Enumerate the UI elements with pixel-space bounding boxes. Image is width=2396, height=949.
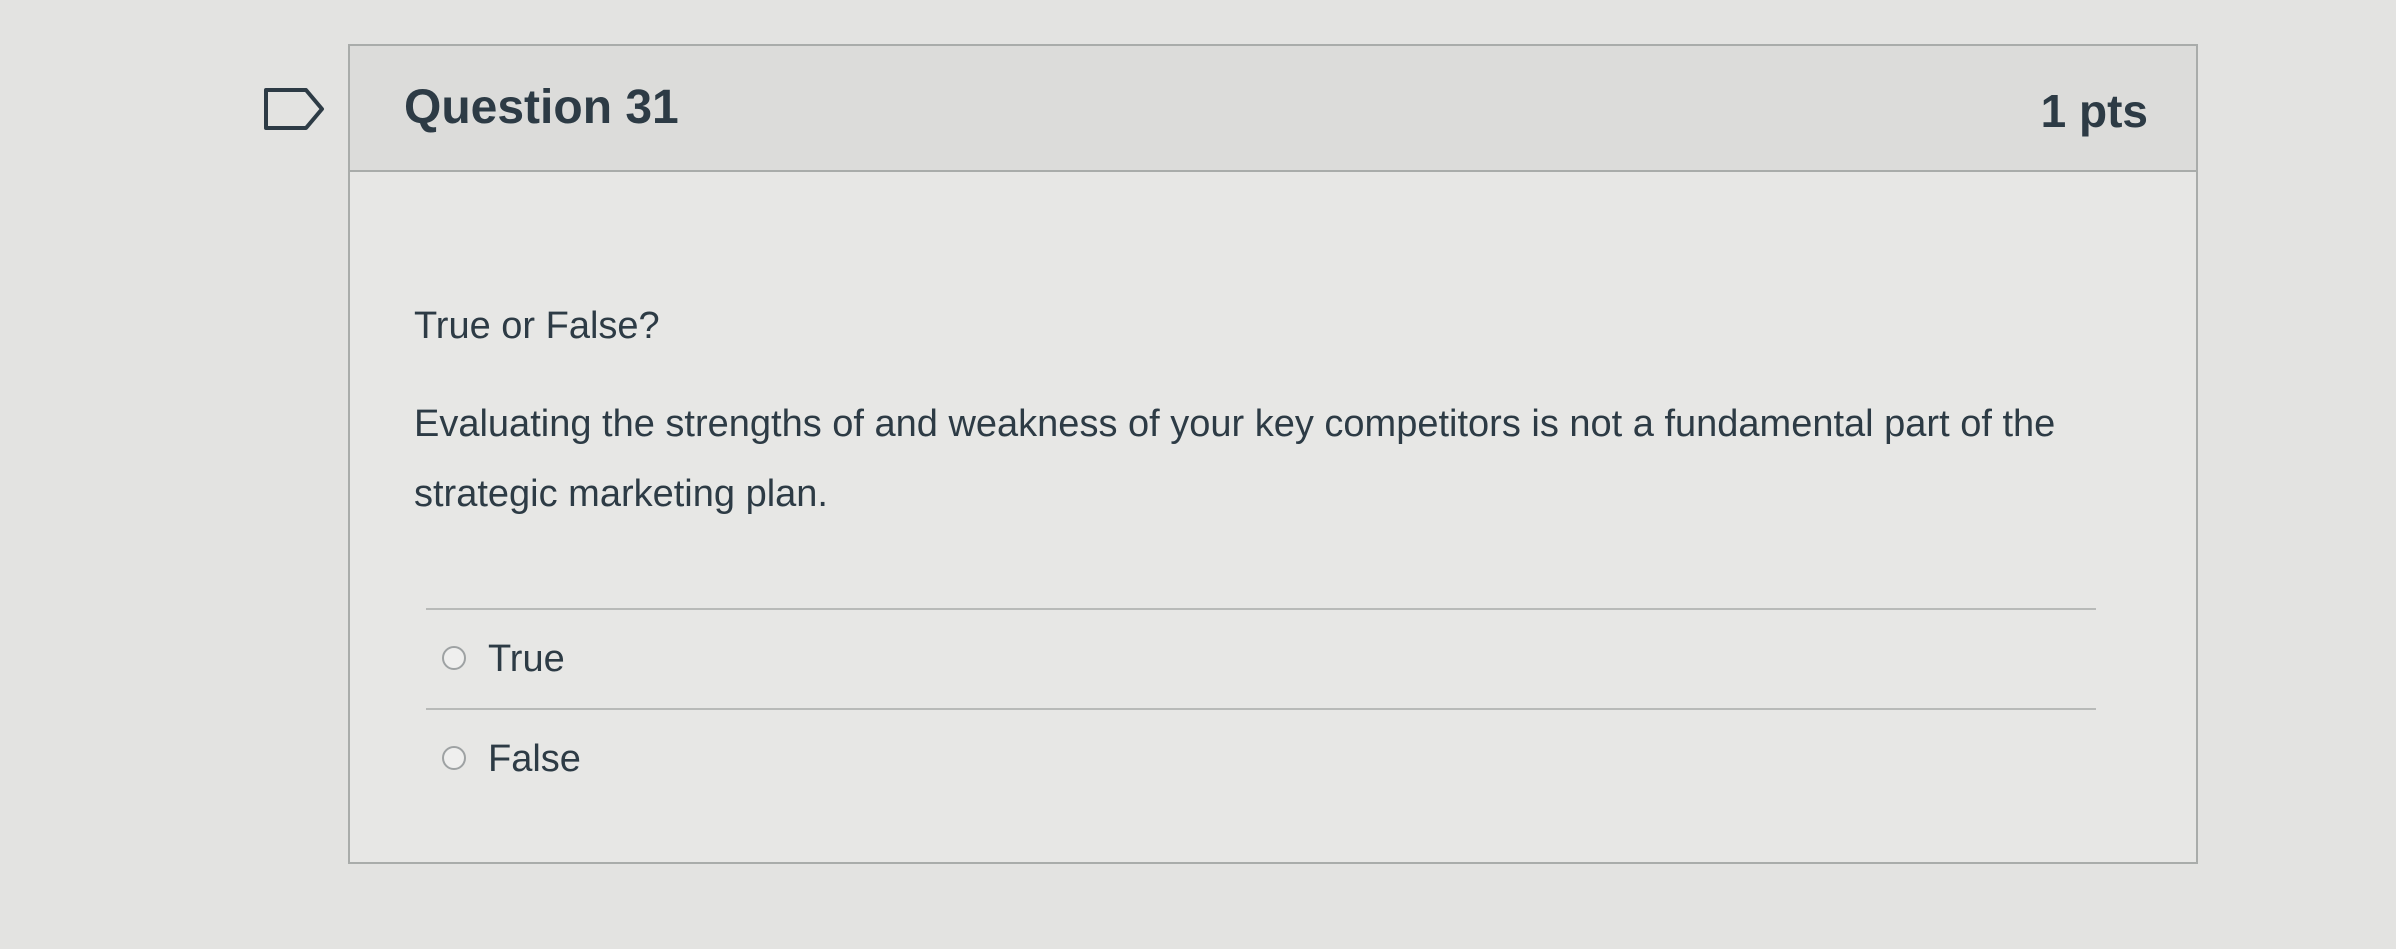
flag-question-icon[interactable] [262, 86, 326, 132]
question-title: Question 31 [404, 81, 679, 134]
radio-unchecked-icon[interactable] [442, 646, 466, 670]
answer-label[interactable]: True [488, 638, 565, 681]
answer-option-false[interactable]: False [426, 708, 2096, 808]
question-card: Question 31 1 pts True or False? Evaluat… [348, 44, 2198, 864]
question-header: Question 31 1 pts [350, 46, 2196, 172]
question-text: True or False? Evaluating the strengths … [414, 291, 2134, 529]
question-statement: Evaluating the strengths of and weakness… [414, 403, 2056, 515]
answer-list: True False [426, 608, 2096, 808]
question-prompt: True or False? [414, 305, 660, 347]
question-points: 1 pts [2040, 85, 2148, 137]
radio-unchecked-icon[interactable] [442, 746, 466, 770]
answer-option-true[interactable]: True [426, 608, 2096, 708]
answer-label[interactable]: False [488, 738, 581, 781]
